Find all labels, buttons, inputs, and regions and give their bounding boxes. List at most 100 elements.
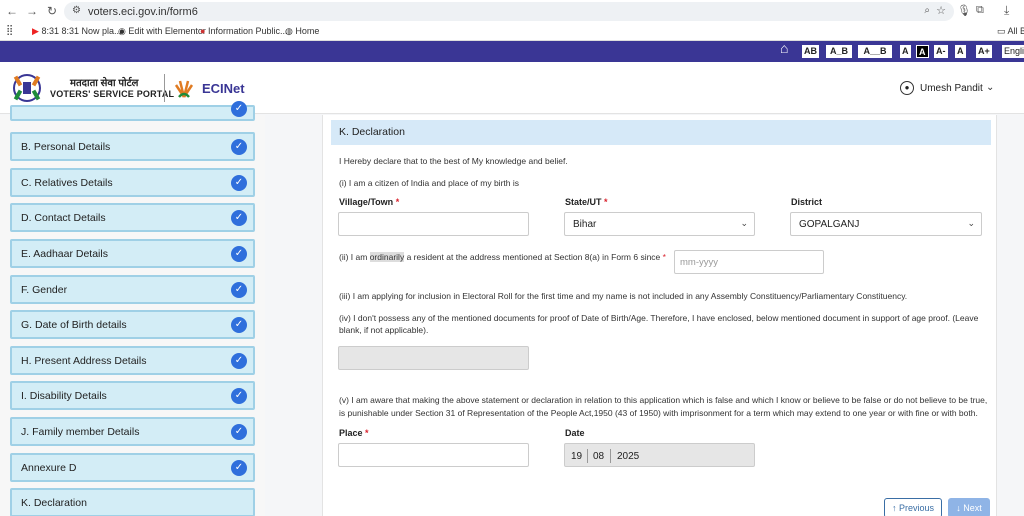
state-select[interactable]: Bihar ⌄	[564, 212, 755, 236]
place-label: Place *	[339, 428, 369, 438]
contrast-light[interactable]: A	[900, 45, 911, 58]
font-increase[interactable]: A+	[976, 45, 992, 58]
sidebar-item-declaration[interactable]: K. Declaration	[10, 488, 255, 516]
accessibility-bar: ⌂ AB A_B A__B A A A- A A+ Engli	[0, 41, 1024, 62]
form-steps-sidebar: ✓ B. Personal Details ✓ C. Relatives Deta…	[0, 101, 265, 516]
text-spacing-1[interactable]: AB	[802, 45, 819, 58]
bookmark-2[interactable]: ◉ Edit with Elementor	[118, 26, 206, 37]
clause-iv-line1: (iv) I don't possess any of the mentione…	[339, 313, 979, 323]
date-separator	[610, 449, 611, 463]
check-icon: ✓	[231, 460, 247, 476]
chevron-down-icon: ⌄	[967, 218, 975, 228]
ecinet-logo-icon	[174, 80, 194, 98]
sidebar-item-family[interactable]: J. Family member Details ✓	[10, 417, 255, 446]
user-menu[interactable]: ● Umesh Pandit ⌄	[900, 80, 1000, 98]
sidebar-item-annexure[interactable]: Annexure D ✓	[10, 453, 255, 482]
resident-since-input[interactable]: mm-yyyy	[674, 250, 824, 274]
sidebar-item-address[interactable]: H. Present Address Details ✓	[10, 346, 255, 375]
ecinet-brand: ECINet	[202, 81, 245, 96]
sidebar-item-label: D. Contact Details	[21, 212, 106, 224]
all-bookmarks[interactable]: ▭ All B	[997, 26, 1024, 37]
village-input[interactable]	[338, 212, 529, 236]
sidebar-item-personal[interactable]: B. Personal Details ✓	[10, 132, 255, 161]
language-select[interactable]: Engli	[1002, 45, 1024, 58]
clause-v-line2: is punishable under Section 31 of Repres…	[339, 408, 978, 418]
sidebar-item-disability[interactable]: I. Disability Details ✓	[10, 381, 255, 410]
sidebar-item-label: E. Aadhaar Details	[21, 248, 108, 260]
clause-iv-line2: blank, if not applicable).	[339, 325, 429, 335]
check-icon: ✓	[231, 388, 247, 404]
age-proof-document-field[interactable]	[338, 346, 529, 370]
sidebar-item-label: H. Present Address Details	[21, 355, 147, 367]
address-bar[interactable]: ⚙ voters.eci.gov.in/form6 ⌕ ☆	[64, 2, 954, 21]
mic-icon[interactable]: 🎙	[957, 4, 971, 17]
sidebar-item-label: B. Personal Details	[21, 141, 111, 153]
date-separator	[587, 449, 588, 463]
check-icon: ✓	[231, 246, 247, 262]
apps-icon[interactable]: ⣿	[6, 25, 13, 36]
extensions-icon[interactable]: ⧉	[976, 4, 984, 17]
date-day: 19	[571, 451, 583, 462]
reload-icon[interactable]: ↻	[44, 4, 60, 18]
previous-button[interactable]: ↑ Previous	[884, 498, 942, 516]
star-icon[interactable]: ☆	[936, 4, 946, 17]
download-icon[interactable]: ⤓	[1004, 3, 1009, 18]
clause-i: (i) I am a citizen of India and place of…	[339, 178, 519, 188]
portal-title: VOTERS' SERVICE PORTAL	[50, 89, 175, 99]
state-label: State/UT *	[565, 197, 608, 207]
site-info-icon[interactable]: ⚙	[72, 5, 81, 16]
clause-v-line1: (v) I am aware that making the above sta…	[339, 395, 988, 405]
text-spacing-3[interactable]: A__B	[858, 45, 892, 58]
clause-iii: (iii) I am applying for inclusion in Ele…	[339, 291, 908, 301]
place-input[interactable]	[338, 443, 529, 467]
bookmark-site-icon: ●	[200, 26, 206, 36]
chevron-down-icon: ⌄	[740, 218, 748, 228]
sidebar-item-label: I. Disability Details	[21, 390, 107, 402]
check-icon: ✓	[231, 101, 247, 117]
date-month: 08	[593, 451, 605, 462]
sidebar-item-label: C. Relatives Details	[21, 177, 113, 189]
village-label: Village/Town *	[339, 197, 400, 207]
eci-logo[interactable]	[8, 70, 46, 106]
chevron-down-icon: ⌄	[986, 82, 995, 93]
portal-hindi-title: मतदाता सेवा पोर्टल	[70, 78, 139, 89]
home-bookmark-icon: ◍	[285, 26, 293, 36]
check-icon: ✓	[231, 210, 247, 226]
sidebar-item-label: J. Family member Details	[21, 426, 140, 438]
sidebar-item-prev[interactable]: ✓	[10, 101, 255, 121]
check-icon: ✓	[231, 353, 247, 369]
sidebar-item-label: F. Gender	[21, 284, 68, 296]
check-icon: ✓	[231, 175, 247, 191]
sidebar-item-label: K. Declaration	[21, 497, 87, 509]
sidebar-item-dob[interactable]: G. Date of Birth details ✓	[10, 310, 255, 339]
back-icon[interactable]: ←	[4, 4, 20, 18]
bookmark-4[interactable]: ◍ Home	[285, 26, 319, 37]
user-avatar-icon: ●	[900, 81, 914, 95]
elementor-icon: ◉	[118, 26, 126, 36]
home-icon[interactable]: ⌂	[780, 41, 788, 55]
forward-icon[interactable]: →	[24, 4, 40, 18]
sidebar-item-aadhaar[interactable]: E. Aadhaar Details ✓	[10, 239, 255, 268]
contrast-dark[interactable]: A	[916, 45, 929, 58]
font-decrease[interactable]: A-	[934, 45, 948, 58]
section-title: K. Declaration	[339, 126, 405, 138]
next-button[interactable]: ↓ Next	[948, 498, 990, 516]
sidebar-item-contact[interactable]: D. Contact Details ✓	[10, 203, 255, 232]
check-icon: ✓	[231, 282, 247, 298]
check-icon: ✓	[231, 317, 247, 333]
browser-chrome: ← → ↻ ⚙ voters.eci.gov.in/form6 ⌕ ☆ 🎙 ⧉ …	[0, 0, 1024, 41]
sidebar-item-label: Annexure D	[21, 462, 77, 474]
font-normal[interactable]: A	[955, 45, 966, 58]
district-select[interactable]: GOPALGANJ ⌄	[790, 212, 982, 236]
declaration-intro: I Hereby declare that to the best of My …	[339, 156, 568, 166]
sidebar-item-relatives[interactable]: C. Relatives Details ✓	[10, 168, 255, 197]
url-text: voters.eci.gov.in/form6	[88, 6, 198, 18]
date-field[interactable]: 19 08 2025	[564, 443, 755, 467]
section-header: K. Declaration	[331, 120, 991, 145]
zoom-icon[interactable]: ⌕	[924, 5, 930, 16]
bookmark-1[interactable]: ▶ 8:31 8:31 Now pla...	[32, 26, 122, 37]
bookmark-3[interactable]: ● Information Public...	[200, 26, 288, 36]
sidebar-item-gender[interactable]: F. Gender ✓	[10, 275, 255, 304]
sidebar-item-label: G. Date of Birth details	[21, 319, 127, 331]
text-spacing-2[interactable]: A_B	[826, 45, 852, 58]
